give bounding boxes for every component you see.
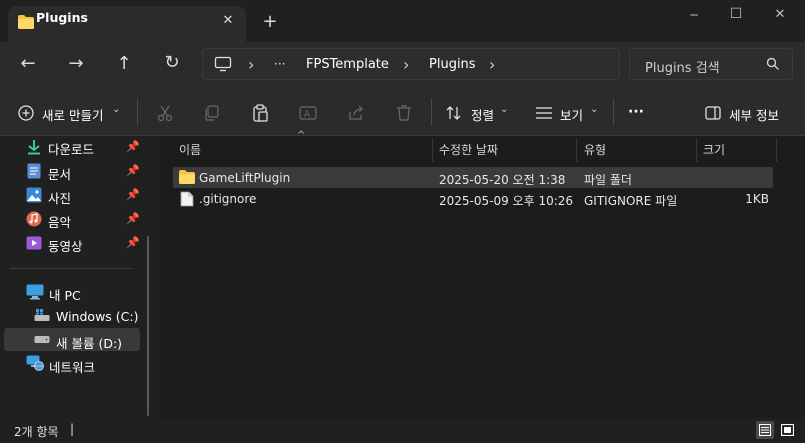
- sidebar-scrollbar[interactable]: [147, 236, 149, 416]
- search-input[interactable]: Plugins 검색: [645, 57, 720, 76]
- column-divider[interactable]: [696, 138, 697, 162]
- file-name[interactable]: .gitignore: [199, 192, 256, 206]
- chevron-down-icon: ⌄: [112, 104, 121, 115]
- file-icon: [180, 191, 194, 207]
- music-icon: [26, 211, 42, 227]
- cut-icon[interactable]: [156, 104, 174, 122]
- details-button[interactable]: 세부 정보: [729, 105, 779, 124]
- column-header-type[interactable]: 유형: [584, 138, 606, 162]
- status-bar: [0, 418, 805, 443]
- delete-icon[interactable]: [395, 104, 413, 122]
- sidebar-item-drive-d[interactable]: 새 볼륨 (D:): [56, 333, 122, 352]
- column-header-modified[interactable]: 수정한 날짜: [439, 138, 498, 162]
- sidebar-item-this-pc[interactable]: 내 PC: [49, 285, 81, 304]
- sidebar-item-downloads[interactable]: 다운로드: [48, 139, 94, 158]
- new-plus-icon: [18, 105, 34, 121]
- videos-icon: [26, 236, 42, 250]
- file-type: 파일 폴더: [584, 173, 632, 187]
- chevron-down-icon: ⌄: [500, 104, 509, 115]
- file-modified: 2025-05-09 오후 10:26: [439, 194, 574, 208]
- file-size: 1KB: [745, 192, 769, 206]
- pin-icon: 📌: [126, 188, 140, 201]
- more-options-button[interactable]: ···: [628, 104, 644, 120]
- rename-icon[interactable]: A: [299, 104, 317, 122]
- new-tab-button[interactable]: +: [260, 11, 280, 32]
- svg-text:A: A: [304, 110, 311, 120]
- copy-icon[interactable]: [203, 104, 221, 122]
- status-divider: |: [70, 422, 75, 436]
- search-icon: [766, 57, 779, 70]
- column-divider[interactable]: [432, 138, 433, 162]
- drive-windows-icon: [34, 309, 50, 321]
- sidebar-divider: [10, 268, 132, 269]
- folder-icon: [179, 170, 195, 184]
- tab-title: Plugins: [36, 10, 88, 25]
- file-modified: 2025-05-20 오전 1:38: [439, 173, 566, 187]
- breadcrumb-chevron-icon[interactable]: ›: [248, 55, 254, 74]
- network-icon: [26, 355, 44, 371]
- pictures-icon: [26, 187, 42, 203]
- pin-icon: 📌: [126, 212, 140, 225]
- breadcrumb-item-plugins[interactable]: Plugins: [429, 57, 476, 72]
- sidebar-item-music[interactable]: 음악: [48, 212, 71, 231]
- share-icon[interactable]: [347, 104, 365, 122]
- view-icon: [536, 107, 552, 119]
- forward-button[interactable]: →: [64, 53, 88, 74]
- column-header-size[interactable]: 크기: [703, 138, 725, 162]
- sidebar-item-videos[interactable]: 동영상: [48, 236, 83, 255]
- drive-icon: [34, 336, 50, 343]
- sidebar-item-network[interactable]: 네트워크: [49, 357, 95, 376]
- sidebar-item-drive-c[interactable]: Windows (C:): [56, 309, 138, 324]
- download-icon: [28, 140, 40, 155]
- folder-icon: [18, 15, 34, 29]
- up-button[interactable]: ↑: [112, 53, 136, 74]
- this-pc-icon[interactable]: [214, 56, 232, 72]
- new-button[interactable]: 새로 만들기: [42, 105, 103, 124]
- paste-icon[interactable]: [251, 104, 269, 122]
- this-pc-icon: [26, 284, 44, 300]
- sort-icon: [446, 106, 461, 120]
- breadcrumb-overflow-button[interactable]: ···: [274, 57, 285, 71]
- column-divider[interactable]: [576, 138, 577, 162]
- back-button[interactable]: ←: [16, 53, 40, 74]
- breadcrumb-chevron-icon[interactable]: ›: [489, 55, 495, 74]
- pin-icon: 📌: [126, 164, 140, 177]
- column-divider[interactable]: [776, 138, 777, 162]
- breadcrumb-item-fpstemplate[interactable]: FPSTemplate: [306, 57, 389, 72]
- breadcrumb-chevron-icon[interactable]: ›: [403, 55, 409, 74]
- minimize-button[interactable]: ─: [682, 8, 706, 22]
- file-type: GITIGNORE 파일: [584, 194, 678, 208]
- sidebar-item-pictures[interactable]: 사진: [48, 188, 71, 207]
- refresh-button[interactable]: ↻: [160, 52, 184, 73]
- close-tab-icon[interactable]: ✕: [218, 13, 238, 28]
- tiles-view-icon[interactable]: [781, 424, 794, 436]
- maximize-button[interactable]: ☐: [724, 6, 748, 22]
- sort-button[interactable]: 정렬: [471, 105, 494, 124]
- address-bar[interactable]: [202, 48, 620, 80]
- toolbar-divider: [431, 98, 432, 126]
- details-pane-icon: [705, 106, 721, 120]
- pin-icon: 📌: [126, 236, 140, 249]
- toolbar-divider: [137, 98, 138, 126]
- sidebar-item-documents[interactable]: 문서: [48, 164, 71, 183]
- chevron-down-icon: ⌄: [590, 104, 599, 115]
- details-view-icon: [759, 424, 771, 436]
- view-button[interactable]: 보기: [560, 105, 583, 124]
- pin-icon: 📌: [126, 140, 140, 153]
- sort-ascending-icon: ^: [297, 130, 306, 141]
- close-window-button[interactable]: ✕: [768, 7, 792, 22]
- toolbar-divider: [613, 98, 614, 126]
- item-count: 2개 항목: [14, 425, 59, 439]
- documents-icon: [27, 163, 41, 179]
- column-header-name[interactable]: 이름: [179, 138, 201, 162]
- file-name[interactable]: GameLiftPlugin: [199, 171, 290, 185]
